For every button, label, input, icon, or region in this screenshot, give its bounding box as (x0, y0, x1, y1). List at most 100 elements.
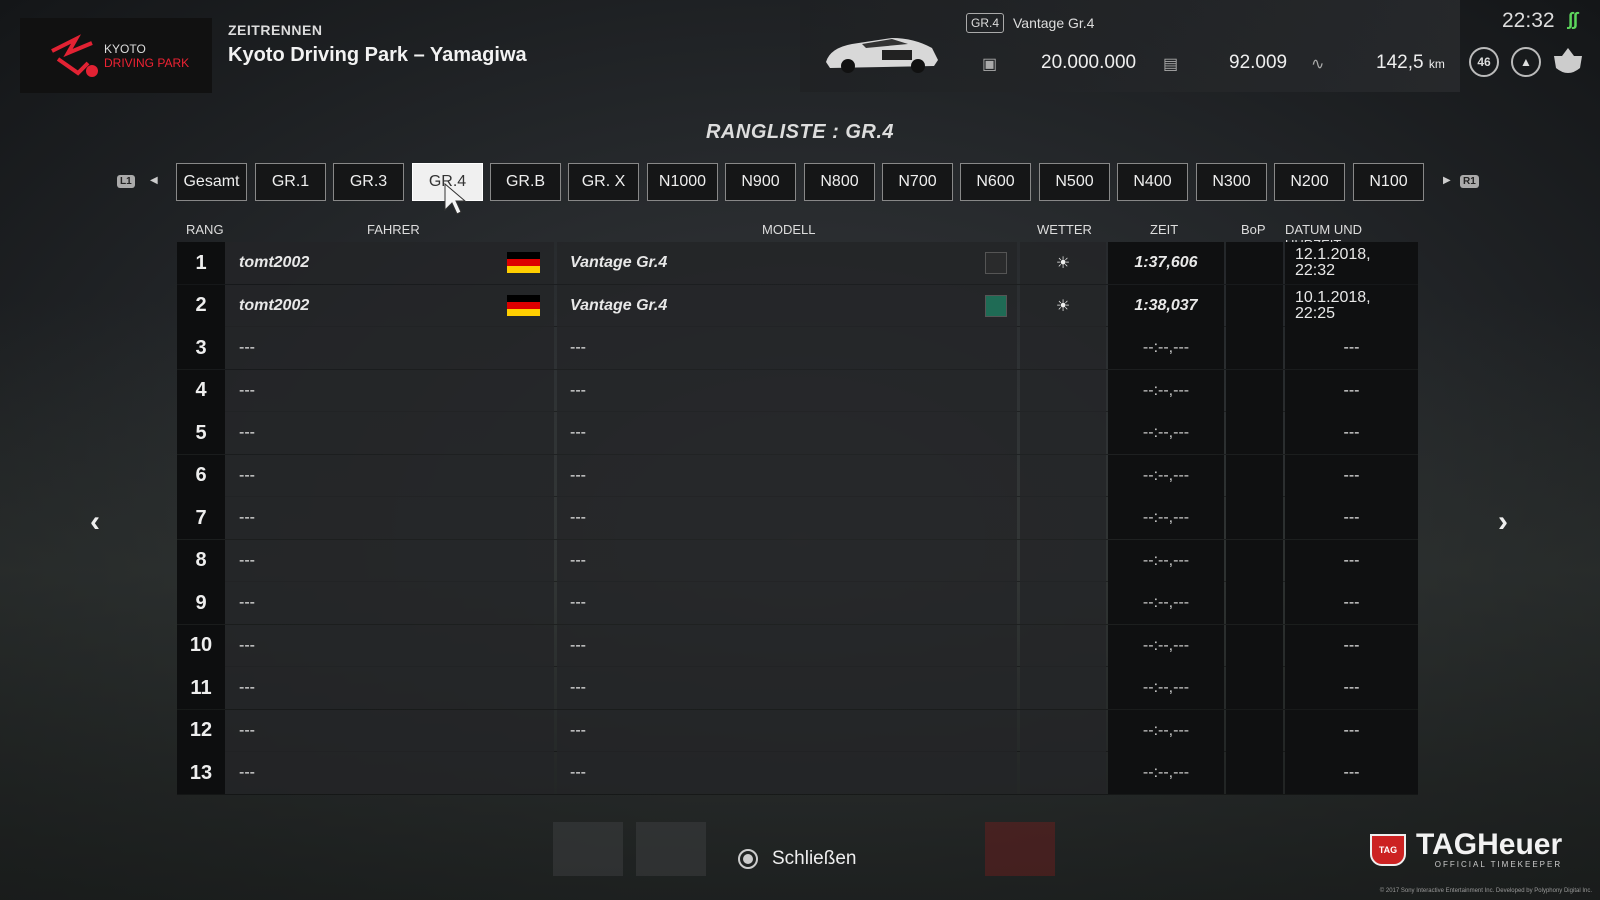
driver-cell: --- (225, 709, 554, 752)
tab-n300[interactable]: N300 (1196, 163, 1267, 201)
background-menu-tile (636, 822, 706, 876)
model-name: --- (570, 424, 586, 441)
logo-line-1: KYOTO (104, 41, 146, 56)
model-name: --- (570, 381, 586, 399)
tab-n200[interactable]: N200 (1274, 163, 1345, 201)
tab-prev-arrow-icon[interactable]: ◀ (150, 175, 158, 186)
mileage-value: 92.009 (1229, 52, 1288, 73)
top-bar: KYOTO DRIVING PARK ZEITRENNEN Kyoto Driv… (0, 0, 1600, 93)
weather-cell (1020, 369, 1106, 412)
rank-cell: 10 (177, 624, 225, 667)
rank-cell: 7 (177, 497, 225, 539)
model-cell: --- (557, 752, 1017, 794)
table-row[interactable]: 2 tomt2002 Vantage Gr.4 ☀ 1:38,037 10.1.2018,… (177, 284, 1418, 327)
driver-name: tomt2002 (239, 296, 310, 314)
model-name: Vantage Gr.4 (570, 296, 668, 314)
tab-grx[interactable]: GR. X (568, 163, 639, 201)
clock-text: 22:25 (1295, 304, 1336, 322)
prev-page-arrow-icon[interactable]: ‹ (90, 505, 100, 539)
col-model: MODELL (762, 222, 816, 237)
mode-label: ZEITRENNEN (228, 22, 323, 38)
tab-n500[interactable]: N500 (1039, 163, 1110, 201)
time-cell: --:--,--- (1108, 327, 1224, 369)
bop-cell (1226, 327, 1283, 369)
rank-cell: 12 (177, 709, 225, 752)
bop-cell (1226, 624, 1283, 667)
model-cell: --- (557, 369, 1017, 412)
table-row[interactable]: 7 --- --- --:--,--- --- (177, 497, 1418, 540)
date-text: 12.1.2018, (1295, 246, 1371, 263)
time-cell: --:--,--- (1108, 454, 1224, 497)
datetime-cell: --- (1285, 539, 1418, 582)
datetime-cell: --- (1285, 412, 1418, 454)
driver-cell: tomt2002 (225, 242, 554, 284)
col-driver: FAHRER (367, 222, 420, 237)
tab-n900[interactable]: N900 (725, 163, 796, 201)
sportsmanship-icon (1554, 48, 1582, 73)
weather-cell (1020, 582, 1106, 624)
car-name: Vantage Gr.4 (1013, 15, 1095, 31)
tab-grb[interactable]: GR.B (490, 163, 561, 201)
tab-gr3[interactable]: GR.3 (333, 163, 404, 201)
weather-cell: ☀ (1020, 284, 1106, 327)
model-name: --- (570, 594, 586, 611)
model-cell: --- (557, 412, 1017, 454)
rank-cell: 4 (177, 369, 225, 412)
table-row[interactable]: 1 tomt2002 Vantage Gr.4 ☀ 1:37,606 12.1.2018,… (177, 242, 1418, 285)
table-row[interactable]: 10 --- --- --:--,--- --- (177, 624, 1418, 667)
l1-button-icon[interactable]: L1 (117, 175, 135, 188)
table-row[interactable]: 4 --- --- --:--,--- --- (177, 369, 1418, 412)
driver-name: --- (239, 636, 255, 654)
table-row[interactable]: 5 --- --- --:--,--- --- (177, 412, 1418, 455)
model-name: Vantage Gr.4 (570, 254, 668, 271)
datetime-cell: --- (1285, 709, 1418, 752)
time-cell: 1:37,606 (1108, 242, 1224, 284)
tab-n700[interactable]: N700 (882, 163, 953, 201)
tab-n600[interactable]: N600 (960, 163, 1031, 201)
rank-cell: 2 (177, 284, 225, 327)
system-clock: 22:32 (1502, 9, 1555, 32)
r1-button-icon[interactable]: R1 (1460, 175, 1479, 188)
close-button[interactable]: Schließen (738, 848, 857, 870)
model-name: --- (570, 509, 586, 526)
table-row[interactable]: 6 --- --- --:--,--- --- (177, 454, 1418, 497)
table-row[interactable]: 12 --- --- --:--,--- --- (177, 709, 1418, 752)
table-row[interactable]: 13 --- --- --:--,--- --- (177, 752, 1418, 795)
tab-next-arrow-icon[interactable]: ▶ (1443, 175, 1451, 186)
driver-rating-icon: ▲ (1511, 47, 1541, 77)
logo-line-2: DRIVING PARK (104, 55, 190, 70)
category-tabs: L1 ◀ Gesamt GR.1 GR.3 GR.4 GR.B GR. X N1… (0, 163, 1600, 203)
time-cell: --:--,--- (1108, 624, 1224, 667)
tab-n1000[interactable]: N1000 (647, 163, 718, 201)
leaderboard-heading: RANGLISTE : GR.4 (705, 121, 894, 143)
driver-cell: --- (225, 454, 554, 497)
driver-cell: --- (225, 412, 554, 454)
time-cell: --:--,--- (1108, 752, 1224, 794)
table-row[interactable]: 9 --- --- --:--,--- --- (177, 582, 1418, 625)
table-row[interactable]: 8 --- --- --:--,--- --- (177, 539, 1418, 582)
driver-cell: --- (225, 624, 554, 667)
model-cell: --- (557, 497, 1017, 539)
rank-cell: 6 (177, 454, 225, 497)
driver-name: --- (239, 764, 255, 781)
bop-cell (1226, 667, 1283, 709)
table-row[interactable]: 3 --- --- --:--,--- --- (177, 327, 1418, 370)
tab-n400[interactable]: N400 (1117, 163, 1188, 201)
tab-n800[interactable]: N800 (804, 163, 875, 201)
level-icon: 46 (1469, 47, 1499, 77)
pointer-cursor-icon (444, 182, 467, 215)
weather-cell (1020, 327, 1106, 369)
table-row[interactable]: 11 --- --- --:--,--- --- (177, 667, 1418, 710)
tab-gr1[interactable]: GR.1 (255, 163, 326, 201)
credits-icon: ▣ (982, 56, 998, 73)
bop-cell (1226, 454, 1283, 497)
model-cell: Vantage Gr.4 (557, 284, 1017, 327)
next-page-arrow-icon[interactable]: › (1498, 505, 1508, 539)
tab-n100[interactable]: N100 (1353, 163, 1424, 201)
tab-gesamt[interactable]: Gesamt (176, 163, 247, 201)
rank-cell: 1 (177, 242, 225, 284)
datetime-cell: 12.1.2018, 22:32 (1285, 242, 1418, 284)
weather-cell (1020, 539, 1106, 582)
bop-cell (1226, 412, 1283, 454)
driver-cell: --- (225, 667, 554, 709)
